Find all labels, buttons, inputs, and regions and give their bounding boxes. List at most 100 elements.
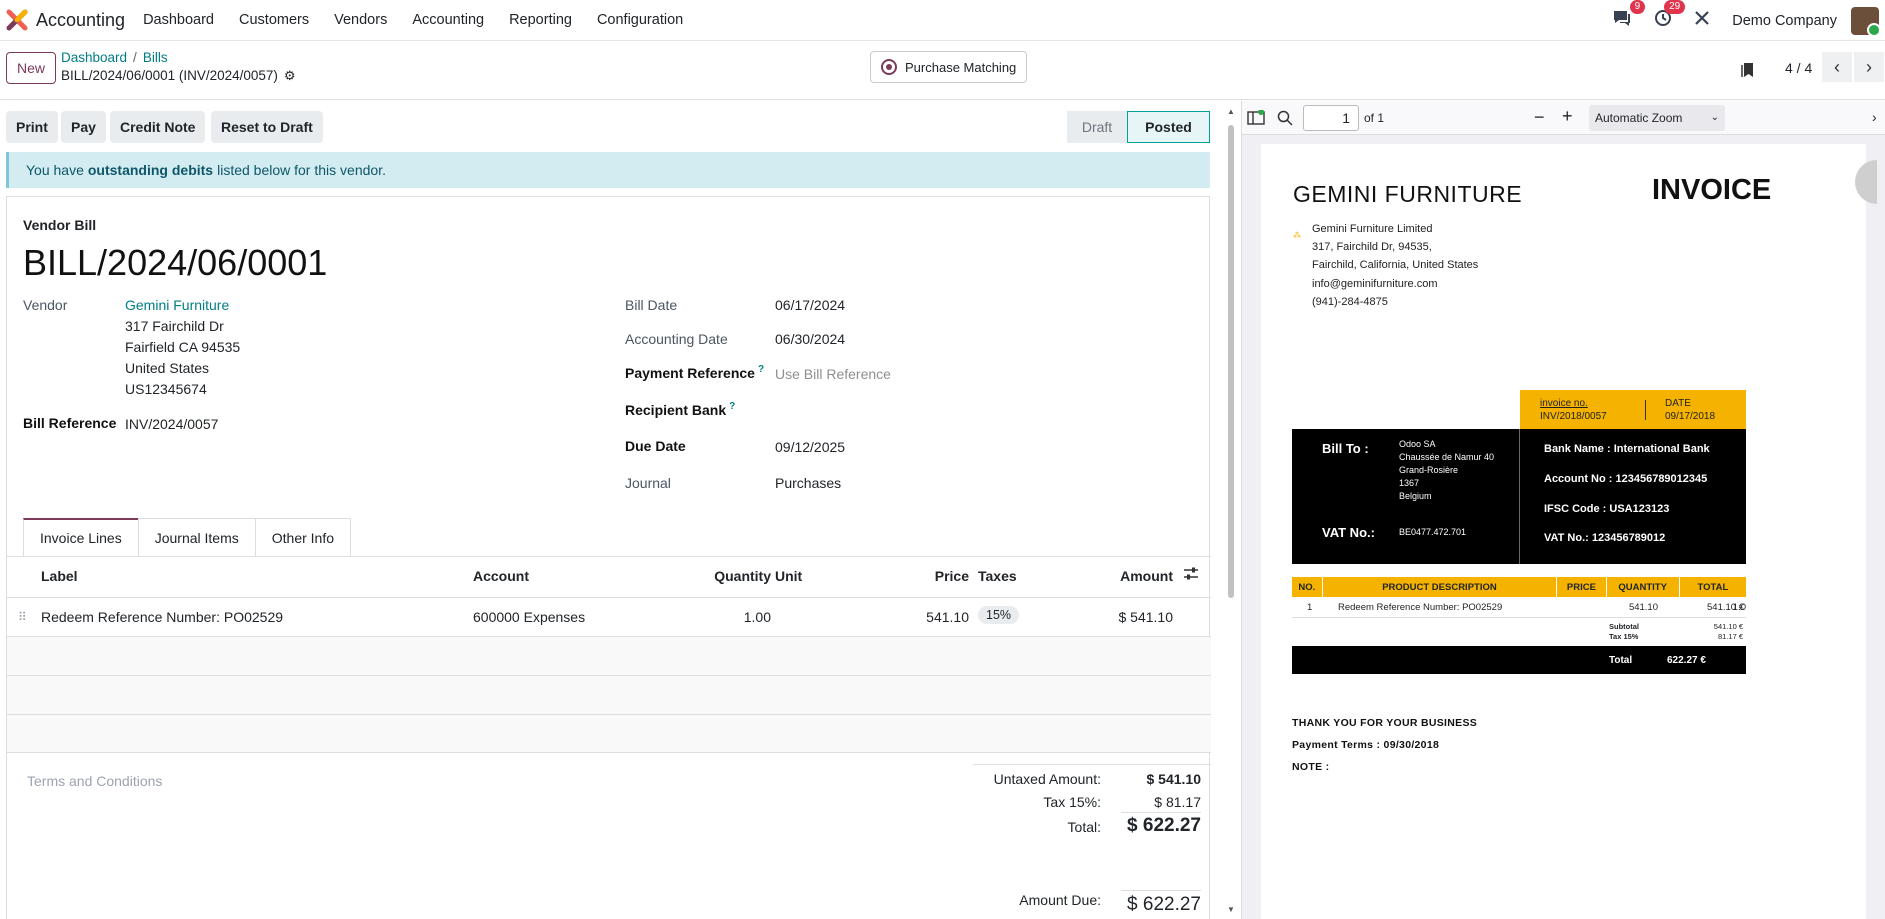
menu-customers[interactable]: Customers: [239, 12, 309, 28]
empty-row: [7, 715, 1211, 753]
payment-reference-input[interactable]: Use Bill Reference: [775, 366, 891, 382]
accounting-date-field[interactable]: 06/30/2024: [775, 331, 845, 347]
bookmark-icon[interactable]: [1741, 62, 1755, 83]
breadcrumb-bills[interactable]: Bills: [143, 50, 168, 65]
activities-clock-icon[interactable]: 29: [1654, 0, 1686, 32]
tab-other-info[interactable]: Other Info: [254, 518, 352, 556]
reset-to-draft-button[interactable]: Reset to Draft: [211, 111, 323, 143]
zoom-out-icon[interactable]: −: [1534, 107, 1545, 128]
pdf-tax-label: Tax 15%: [1609, 632, 1639, 641]
col-quantity[interactable]: Quantity: [687, 568, 771, 584]
line-quantity[interactable]: 1.00: [687, 609, 771, 625]
gear-icon[interactable]: ⚙: [284, 68, 296, 83]
accounting-date-label: Accounting Date: [625, 331, 728, 347]
pdf-bank-name: Bank Name : International Bank: [1544, 443, 1710, 455]
sidebar-toggle-icon[interactable]: [1247, 109, 1265, 129]
accounting-app-icon[interactable]: [6, 9, 28, 31]
col-account[interactable]: Account: [473, 568, 529, 584]
bill-date-field[interactable]: 06/17/2024: [775, 297, 845, 313]
app-title[interactable]: Accounting: [36, 10, 125, 31]
pdf-vat-no: VAT No.: 123456789012: [1544, 532, 1666, 544]
print-button[interactable]: Print: [6, 111, 58, 143]
status-draft[interactable]: Draft: [1067, 111, 1127, 143]
amount-due-divider: [1121, 890, 1201, 891]
pdf-subtotal-label: Subtotal: [1609, 622, 1639, 631]
pdf-tax-value: 81.17 €: [1717, 632, 1743, 641]
pay-button[interactable]: Pay: [61, 111, 106, 143]
chevron-left-icon[interactable]: ‹: [1822, 52, 1852, 82]
zoom-in-icon[interactable]: +: [1562, 106, 1573, 127]
pdf-col-price: PRICE: [1557, 577, 1607, 597]
alert-bold-link[interactable]: outstanding debits: [88, 162, 213, 178]
pdf-viewer: 1 of 1 − + Automatic Zoom ⌄ › GEMINI FUR…: [1241, 101, 1885, 919]
company-switcher[interactable]: Demo Company: [1732, 13, 1837, 29]
menu-dashboard[interactable]: Dashboard: [143, 12, 214, 28]
search-icon[interactable]: [1277, 110, 1293, 129]
new-button[interactable]: New: [6, 52, 57, 84]
pdf-invoice-no: INV/2018/0057: [1540, 411, 1607, 422]
scroll-up-icon[interactable]: ▲: [1226, 107, 1236, 116]
pdf-thanks: THANK YOU FOR YOUR BUSINESS: [1292, 717, 1478, 729]
status-posted[interactable]: Posted: [1127, 111, 1210, 143]
pdf-address-line: 317, Fairchild Dr, 94535,: [1312, 241, 1432, 253]
pdf-company-name: GEMINI FURNITURE: [1293, 181, 1523, 207]
menu-accounting[interactable]: Accounting: [412, 12, 484, 28]
zoom-select[interactable]: Automatic Zoom ⌄: [1589, 105, 1725, 131]
chevron-right-icon[interactable]: ›: [1854, 52, 1884, 82]
line-account[interactable]: 600000 Expenses: [473, 609, 585, 625]
due-date-field[interactable]: 09/12/2025: [775, 439, 845, 455]
more-tools-icon[interactable]: ›: [1872, 109, 1877, 125]
credit-note-button[interactable]: Credit Note: [110, 111, 206, 143]
vendor-link[interactable]: Gemini Furniture: [125, 297, 229, 313]
bill-reference-field[interactable]: INV/2024/0057: [125, 416, 218, 432]
menu-configuration[interactable]: Configuration: [597, 12, 683, 28]
total-divider: [1121, 812, 1201, 813]
column-settings-icon[interactable]: [1183, 566, 1199, 585]
recipient-bank-text: Recipient Bank: [625, 402, 727, 418]
form-scrollbar[interactable]: ▲ ▼: [1226, 105, 1236, 919]
journal-field[interactable]: Purchases: [775, 475, 841, 491]
help-icon[interactable]: ?: [758, 364, 764, 375]
pdf-total-value: 622.27 €: [1667, 655, 1706, 666]
line-price[interactable]: 541.10: [887, 609, 969, 625]
tax-tag[interactable]: 15%: [978, 606, 1020, 624]
line-amount: $ 541.10: [1118, 609, 1174, 625]
pdf-bill-to-line: Odoo SA: [1399, 439, 1436, 449]
breadcrumb-dashboard[interactable]: Dashboard: [61, 50, 127, 65]
notebook-tabs: Invoice Lines Journal Items Other Info: [23, 518, 352, 556]
total-value: $ 622.27: [1127, 815, 1201, 836]
line-label[interactable]: Redeem Reference Number: PO02529: [41, 609, 283, 625]
messages-icon[interactable]: 9: [1612, 0, 1646, 32]
tab-journal-items[interactable]: Journal Items: [137, 518, 256, 556]
debug-tools-icon[interactable]: [1694, 10, 1710, 31]
col-amount[interactable]: Amount: [1107, 568, 1173, 584]
tax-value: $ 81.17: [1154, 794, 1201, 810]
help-icon[interactable]: ?: [729, 401, 735, 412]
pdf-note: NOTE :: [1292, 761, 1330, 773]
menu-reporting[interactable]: Reporting: [509, 12, 572, 28]
col-label[interactable]: Label: [41, 568, 78, 584]
scrollbar-thumb[interactable]: [1228, 125, 1234, 598]
bill-number-title: BILL/2024/06/0001: [23, 242, 328, 283]
menu-vendors[interactable]: Vendors: [334, 12, 387, 28]
action-bar: Print Pay Credit Note Reset to Draft Dra…: [0, 101, 1216, 151]
pdf-date-label: DATE: [1665, 398, 1691, 409]
bill-reference-label: Bill Reference: [23, 415, 117, 431]
scroll-down-icon[interactable]: ▼: [1226, 905, 1236, 914]
user-avatar[interactable]: [1851, 6, 1879, 35]
drag-handle-icon[interactable]: ⠿: [18, 610, 27, 624]
pdf-total-bar: Total 622.27 €: [1292, 646, 1746, 674]
pdf-page: GEMINI FURNITURE INVOICE ⁂ Gemini Furnit…: [1261, 144, 1877, 919]
col-taxes[interactable]: Taxes: [978, 568, 1017, 584]
recipient-bank-label: Recipient Bank?: [625, 401, 735, 418]
purchase-matching-button[interactable]: Purchase Matching: [870, 51, 1028, 83]
alert-prefix: You have: [26, 162, 84, 178]
col-unit[interactable]: Unit: [775, 568, 802, 584]
col-price[interactable]: Price: [887, 568, 969, 584]
page-number-input[interactable]: 1: [1303, 105, 1359, 131]
terms-and-conditions-input[interactable]: Terms and Conditions: [27, 773, 162, 789]
pager-value[interactable]: 4 / 4: [1785, 60, 1812, 76]
page-count: of 1: [1364, 111, 1385, 125]
pdf-address-line: info@geminifurniture.com: [1312, 278, 1438, 290]
tab-invoice-lines[interactable]: Invoice Lines: [23, 518, 139, 556]
